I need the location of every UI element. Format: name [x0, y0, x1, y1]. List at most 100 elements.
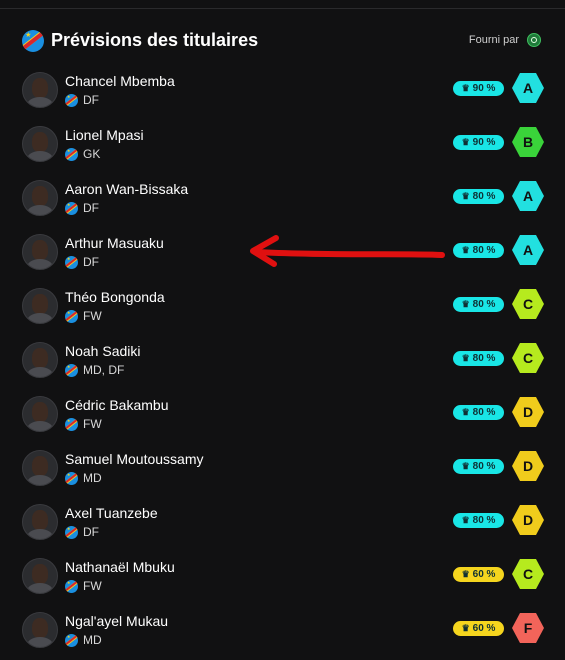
- start-probability-value: 90 %: [472, 137, 496, 148]
- player-avatar: [22, 450, 58, 486]
- player-row[interactable]: Cédric Bakambu ★ FW ♛ 80 % D: [22, 396, 547, 436]
- crown-icon: ♛: [461, 245, 470, 255]
- start-probability-badge: ♛ 60 %: [453, 567, 504, 582]
- start-probability-value: 80 %: [472, 299, 496, 310]
- prediction-grade-badge: D: [512, 505, 544, 535]
- prediction-grade-badge: A: [512, 235, 544, 265]
- player-row[interactable]: Noah Sadiki ★ MD, DF ♛ 80 % C: [22, 342, 547, 382]
- player-name[interactable]: Noah Sadiki: [65, 343, 141, 359]
- start-probability-badge: ♛ 80 %: [453, 243, 504, 258]
- panel-title: Prévisions des titulaires: [51, 30, 259, 50]
- start-probability-value: 80 %: [472, 353, 496, 364]
- player-row[interactable]: Samuel Moutoussamy ★ MD ♛ 80 % D: [22, 450, 547, 490]
- crown-icon: ♛: [461, 353, 470, 363]
- prediction-grade-badge: D: [512, 397, 544, 427]
- player-row[interactable]: Théo Bongonda ★ FW ♛ 80 % C: [22, 288, 547, 328]
- player-avatar: [22, 342, 58, 378]
- provided-by-label: Fourni par: [468, 34, 519, 46]
- dr-congo-flag-icon: ★: [65, 472, 78, 485]
- dr-congo-flag-icon: ★: [65, 526, 78, 539]
- prediction-grade-badge: A: [512, 181, 544, 211]
- crown-icon: ♛: [461, 83, 470, 93]
- start-probability-value: 80 %: [472, 461, 496, 472]
- dr-congo-flag-icon: ★: [65, 418, 78, 431]
- player-position: MD: [83, 471, 102, 485]
- player-position: DF: [83, 93, 99, 107]
- player-name[interactable]: Nathanaël Mbuku: [65, 559, 175, 575]
- dr-congo-flag-icon: ★: [65, 202, 78, 215]
- player-row[interactable]: Aaron Wan-Bissaka ★ DF ♛ 80 % A: [22, 180, 547, 220]
- player-position: FW: [83, 579, 102, 593]
- prediction-grade-badge: C: [512, 559, 544, 589]
- start-probability-badge: ♛ 90 %: [453, 135, 504, 150]
- start-probability-badge: ♛ 80 %: [453, 513, 504, 528]
- start-probability-value: 90 %: [472, 83, 496, 94]
- player-avatar: [22, 180, 58, 216]
- prediction-grade-badge: B: [512, 127, 544, 157]
- start-probability-value: 60 %: [472, 569, 496, 580]
- prediction-grade-badge: C: [512, 289, 544, 319]
- start-probability-badge: ♛ 80 %: [453, 351, 504, 366]
- player-position: GK: [83, 147, 101, 161]
- crown-icon: ♛: [461, 299, 470, 309]
- dr-congo-flag-icon: ★: [65, 580, 78, 593]
- player-avatar: [22, 126, 58, 162]
- player-name[interactable]: Ngal'ayel Mukau: [65, 613, 168, 629]
- player-position: MD, DF: [83, 363, 125, 377]
- start-probability-badge: ♛ 60 %: [453, 621, 504, 636]
- player-name[interactable]: Samuel Moutoussamy: [65, 451, 204, 467]
- dr-congo-flag-icon: ★: [22, 30, 44, 52]
- player-avatar: [22, 612, 58, 648]
- player-row[interactable]: Lionel Mpasi ★ GK ♛ 90 % B: [22, 126, 547, 166]
- start-probability-badge: ♛ 80 %: [453, 405, 504, 420]
- player-name[interactable]: Cédric Bakambu: [65, 397, 169, 413]
- start-probability-badge: ♛ 90 %: [453, 81, 504, 96]
- crown-icon: ♛: [461, 515, 470, 525]
- player-avatar: [22, 288, 58, 324]
- dr-congo-flag-icon: ★: [65, 310, 78, 323]
- provider-logo-icon[interactable]: [527, 33, 541, 47]
- player-position: DF: [83, 255, 99, 269]
- crown-icon: ♛: [461, 137, 470, 147]
- start-probability-badge: ♛ 80 %: [453, 459, 504, 474]
- player-position: FW: [83, 417, 102, 431]
- dr-congo-flag-icon: ★: [65, 364, 78, 377]
- player-row[interactable]: Nathanaël Mbuku ★ FW ♛ 60 % C: [22, 558, 547, 598]
- dr-congo-flag-icon: ★: [65, 148, 78, 161]
- prediction-grade-badge: D: [512, 451, 544, 481]
- player-row[interactable]: Chancel Mbemba ★ DF ♛ 90 % A: [22, 72, 547, 112]
- start-probability-value: 60 %: [472, 623, 496, 634]
- crown-icon: ♛: [461, 191, 470, 201]
- player-name[interactable]: Théo Bongonda: [65, 289, 165, 305]
- player-avatar: [22, 396, 58, 432]
- prediction-grade-badge: C: [512, 343, 544, 373]
- player-position: DF: [83, 201, 99, 215]
- player-name[interactable]: Arthur Masuaku: [65, 235, 164, 251]
- player-name[interactable]: Aaron Wan-Bissaka: [65, 181, 188, 197]
- player-position: DF: [83, 525, 99, 539]
- player-name[interactable]: Chancel Mbemba: [65, 73, 175, 89]
- prediction-grade-badge: A: [512, 73, 544, 103]
- start-probability-value: 80 %: [472, 407, 496, 418]
- crown-icon: ♛: [461, 461, 470, 471]
- start-probability-value: 80 %: [472, 191, 496, 202]
- start-probability-value: 80 %: [472, 515, 496, 526]
- start-probability-badge: ♛ 80 %: [453, 189, 504, 204]
- starting-lineup-predictions-panel: ★ Prévisions des titulaires Fourni par C…: [0, 0, 565, 660]
- top-divider: [0, 8, 565, 9]
- player-row[interactable]: Arthur Masuaku ★ DF ♛ 80 % A: [22, 234, 547, 274]
- player-position: FW: [83, 309, 102, 323]
- dr-congo-flag-icon: ★: [65, 94, 78, 107]
- dr-congo-flag-icon: ★: [65, 256, 78, 269]
- player-row[interactable]: Axel Tuanzebe ★ DF ♛ 80 % D: [22, 504, 547, 544]
- panel-header: ★ Prévisions des titulaires Fourni par: [22, 28, 545, 54]
- crown-icon: ♛: [461, 623, 470, 633]
- player-row[interactable]: Ngal'ayel Mukau ★ MD ♛ 60 % F: [22, 612, 547, 652]
- player-position: MD: [83, 633, 102, 647]
- start-probability-value: 80 %: [472, 245, 496, 256]
- crown-icon: ♛: [461, 569, 470, 579]
- player-avatar: [22, 558, 58, 594]
- player-avatar: [22, 234, 58, 270]
- player-name[interactable]: Lionel Mpasi: [65, 127, 144, 143]
- player-name[interactable]: Axel Tuanzebe: [65, 505, 158, 521]
